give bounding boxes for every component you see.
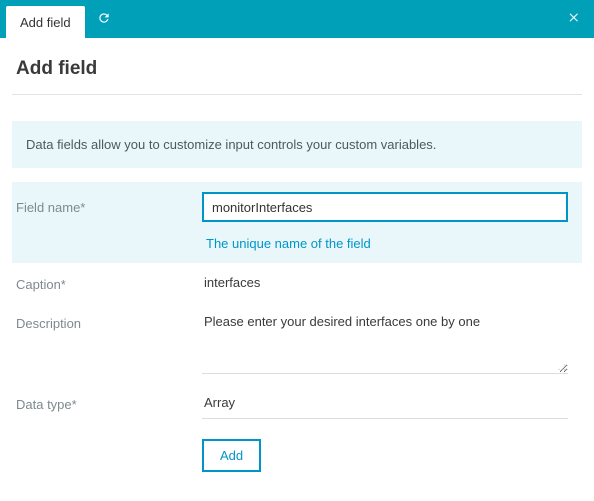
row-caption: Caption* interfaces [12, 263, 582, 302]
field-name-input[interactable] [202, 192, 568, 222]
description-input[interactable] [202, 308, 568, 374]
refresh-button[interactable] [85, 0, 123, 38]
tab-label: Add field [20, 15, 71, 30]
data-type-value: Array [204, 395, 235, 410]
label-data-type: Data type* [12, 389, 202, 412]
caption-value[interactable]: interfaces [202, 269, 568, 296]
label-caption: Caption* [12, 269, 202, 292]
row-field-name: Field name* The unique name of the field [12, 182, 582, 263]
row-description: Description ..: [12, 302, 582, 383]
close-button[interactable] [554, 0, 594, 38]
data-type-select[interactable]: Array [202, 389, 568, 419]
page-title: Add field [12, 50, 582, 95]
tab-add-field[interactable]: Add field [6, 6, 85, 38]
topbar: Add field [0, 0, 594, 38]
close-icon [568, 11, 581, 28]
info-banner: Data fields allow you to customize input… [12, 121, 582, 168]
actions: Add [12, 439, 582, 472]
label-field-name: Field name* [12, 192, 202, 215]
form: Field name* The unique name of the field… [12, 182, 582, 472]
label-description: Description [12, 308, 202, 331]
row-data-type: Data type* Array [12, 383, 582, 425]
content: Add field Data fields allow you to custo… [0, 38, 594, 492]
add-button[interactable]: Add [202, 439, 261, 472]
refresh-icon [97, 11, 111, 28]
field-name-help: The unique name of the field [202, 236, 568, 251]
